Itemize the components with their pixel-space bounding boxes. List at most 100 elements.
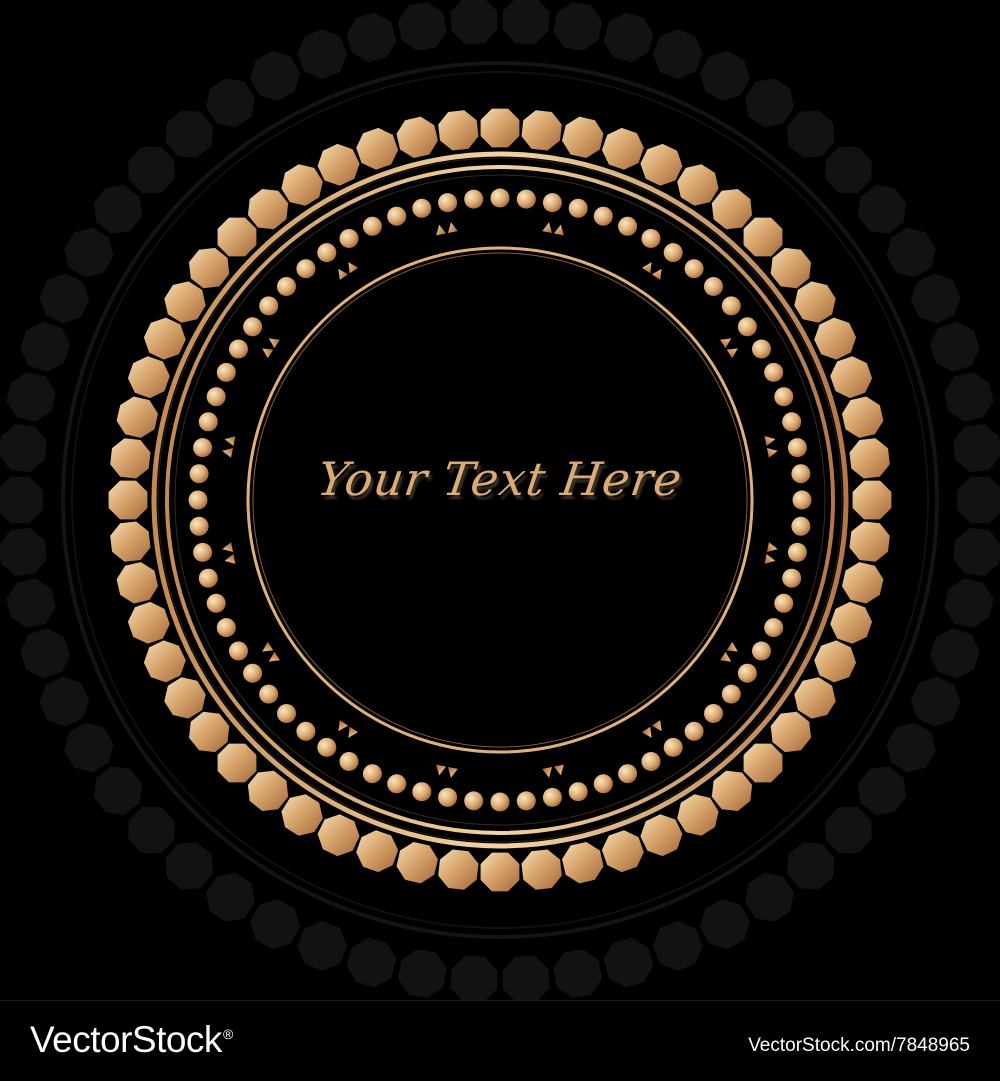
gold-triangle [542,222,553,234]
gold-triangle [436,224,446,236]
gold-octagon [677,164,719,206]
ghost-octagon [450,0,498,45]
gold-triangle [766,542,778,553]
ghost-octagon [20,628,71,679]
gold-triangle [641,262,652,274]
gold-bead [490,188,510,208]
gold-bead [721,296,741,316]
headline-text: Your Text Here [314,452,686,506]
gold-octagon [640,143,683,186]
ghost-octagon [652,29,703,80]
gold-triangle [651,720,662,732]
gold-octagon [189,247,230,289]
gold-bead [193,542,213,562]
gold-triangle [720,651,732,662]
gold-bead [216,618,236,638]
gold-octagon [521,849,562,890]
gold-triangle [726,348,738,359]
gold-octagon [480,852,520,892]
gold-bead [277,277,296,296]
gold-octagon [830,356,873,399]
ghost-octagon [502,0,550,45]
gold-octagon [794,281,836,323]
gold-octagon [640,814,683,857]
gold-bead [704,704,723,723]
gold-bead [641,229,661,248]
gold-bead [568,782,588,802]
gold-octagon [521,110,562,151]
gold-triangle [720,338,732,349]
gold-bead [412,198,432,218]
ghost-octagon [398,949,447,998]
gold-octagon [438,110,479,151]
gold-triangle-pair [641,262,662,280]
gold-octagon [356,127,399,170]
gold-bead [791,516,811,536]
brand-logo: VectorStock® [30,1019,233,1061]
gold-triangle [268,651,280,662]
ghost-octagon [297,920,348,971]
gold-bead [229,641,248,661]
gold-bead [764,618,784,638]
gold-bead [684,721,704,741]
gold-bead [684,259,704,279]
gold-bead [243,663,263,683]
ghost-octagon [857,185,907,234]
gold-triangle-pair [720,338,738,359]
gold-triangle-pair [542,222,564,236]
gold-bead [737,317,757,337]
gold-bead [206,387,226,407]
gold-bead [464,791,484,811]
ghost-octagon [603,12,654,63]
gold-octagon [711,189,753,230]
gold-octagon [116,562,158,604]
gold-bead [752,339,771,359]
gold-octagon [480,108,520,148]
gold-triangle [447,222,458,234]
ghost-octagon [744,872,794,922]
ghost-octagon [910,676,961,727]
gold-octagon [396,842,438,884]
ghost-octagon [502,955,550,1000]
registered-mark: ® [222,1025,233,1042]
gold-octagon [217,217,257,257]
ghost-octagon [929,321,980,372]
gold-bead [464,189,484,209]
gold-bead [339,229,359,248]
gold-octagon [143,317,186,360]
ghost-octagon [553,2,602,51]
ghost-octagon [450,955,498,1000]
gold-triangle [224,436,236,447]
gold-octagon [127,356,170,399]
gold-octagon [110,521,151,562]
gold-triangle [262,348,274,359]
gold-bead [618,216,638,236]
gold-bead [782,412,802,432]
gold-triangle-pair [542,764,564,778]
gold-octagon [842,562,884,604]
gold-bead [229,339,248,359]
gold-bead [339,752,359,771]
gold-bead [412,782,432,802]
gold-octagon [743,217,783,257]
gold-triangle [338,720,349,732]
gold-bead [774,593,794,613]
gold-triangle [348,726,359,738]
ghost-octagon [825,146,872,194]
gold-bead [296,721,316,741]
brand-name: VectorStock [30,1019,222,1060]
ghost-octagon [744,78,794,128]
gold-octagon [164,677,206,719]
gold-octagon [830,601,873,644]
gold-octagon [770,247,811,289]
ghost-octagon [346,12,397,63]
ghost-octagon [6,578,56,628]
gold-triangle [447,766,458,778]
ghost-octagon [886,227,936,278]
gold-triangle-pair [436,764,458,778]
gold-octagon [743,743,783,783]
gold-triangle [348,262,359,274]
gold-bead [782,568,802,588]
ghost-octagon [20,321,71,372]
gold-octagon [317,814,360,857]
